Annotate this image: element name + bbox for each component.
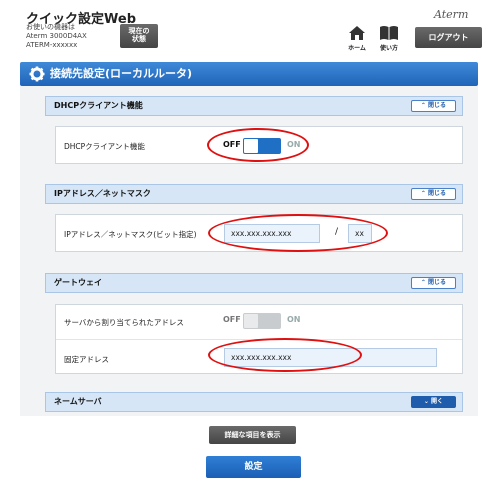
highlight-dhcp-switch <box>207 128 309 162</box>
section-title-ip: IPアドレス／ネットマスク <box>54 189 151 198</box>
show-details-button[interactable]: 詳細な項目を表示 <box>209 426 296 444</box>
header: クイック設定Web お使いの機器は Aterm 3000D4AX ATERM-x… <box>0 0 500 58</box>
fixed-address-label: 固定アドレス <box>64 355 109 364</box>
ip-mask-label: IPアドレス／ネットマスク(ビット指定) <box>64 230 197 239</box>
collapse-ip-button[interactable]: ⌃ 閉じる <box>411 188 456 200</box>
dhcp-client-label: DHCPクライアント機能 <box>64 142 145 151</box>
expand-dns-button[interactable]: ⌄ 開く <box>411 396 456 408</box>
switch-track <box>243 313 281 329</box>
chevron-up-icon: ⌃ <box>420 190 426 197</box>
section-title-dns: ネームサーバ <box>54 397 102 406</box>
highlight-ip-input <box>208 214 388 252</box>
home-icon <box>349 26 365 40</box>
section-title-gateway: ゲートウェイ <box>54 278 102 287</box>
section-header-ip: IPアドレス／ネットマスク ⌃ 閉じる <box>45 184 463 204</box>
row-assigned-address: サーバから割り当てられたアドレス OFF ON <box>56 305 462 339</box>
device-model: Aterm 3000D4AX <box>26 32 87 40</box>
chevron-down-icon: ⌄ <box>423 398 429 405</box>
highlight-fixed-address <box>208 338 362 372</box>
aterm-logo: Aterm <box>434 8 469 21</box>
section-header-gateway: ゲートウェイ ⌃ 閉じる <box>45 273 463 293</box>
page-title: 接続先設定(ローカルルータ) <box>50 67 193 80</box>
device-id: ATERM-xxxxxx <box>26 41 78 49</box>
home-nav[interactable]: ホーム <box>344 25 370 52</box>
device-info: お使いの機器は Aterm 3000D4AX ATERM-xxxxxx <box>26 23 87 50</box>
section-header-dhcp: DHCPクライアント機能 ⌃ 閉じる <box>45 96 463 116</box>
status-button-line2: 状態 <box>132 35 146 43</box>
section-header-dns: ネームサーバ ⌄ 開く <box>45 392 463 412</box>
manual-label: 使い方 <box>379 45 398 52</box>
device-info-line1: お使いの機器は <box>26 23 75 31</box>
switch-on-label: ON <box>287 315 301 324</box>
chevron-up-icon: ⌃ <box>420 279 426 286</box>
assigned-address-switch[interactable]: OFF ON <box>223 313 313 329</box>
collapse-gateway-button[interactable]: ⌃ 閉じる <box>411 277 456 289</box>
switch-off-label: OFF <box>223 315 241 324</box>
collapse-dhcp-label: 閉じる <box>428 102 447 109</box>
page-title-banner: 接続先設定(ローカルルータ) <box>20 62 478 86</box>
chevron-up-icon: ⌃ <box>420 102 426 109</box>
section-title-dhcp: DHCPクライアント機能 <box>54 101 143 110</box>
status-button-line1: 現在の <box>128 27 150 35</box>
book-icon <box>380 26 398 40</box>
manual-nav[interactable]: 使い方 <box>375 25 403 52</box>
collapse-gateway-label: 閉じる <box>428 279 447 286</box>
home-label: ホーム <box>348 45 366 52</box>
switch-knob <box>244 314 258 328</box>
gear-icon <box>29 66 45 82</box>
collapse-dhcp-button[interactable]: ⌃ 閉じる <box>411 100 456 112</box>
submit-button[interactable]: 設定 <box>206 456 301 478</box>
assigned-address-label: サーバから割り当てられたアドレス <box>64 318 184 327</box>
expand-dns-label: 開く <box>431 398 444 405</box>
current-status-button[interactable]: 現在の 状態 <box>120 24 158 48</box>
logout-button[interactable]: ログアウト <box>415 27 482 48</box>
collapse-ip-label: 閉じる <box>428 190 447 197</box>
